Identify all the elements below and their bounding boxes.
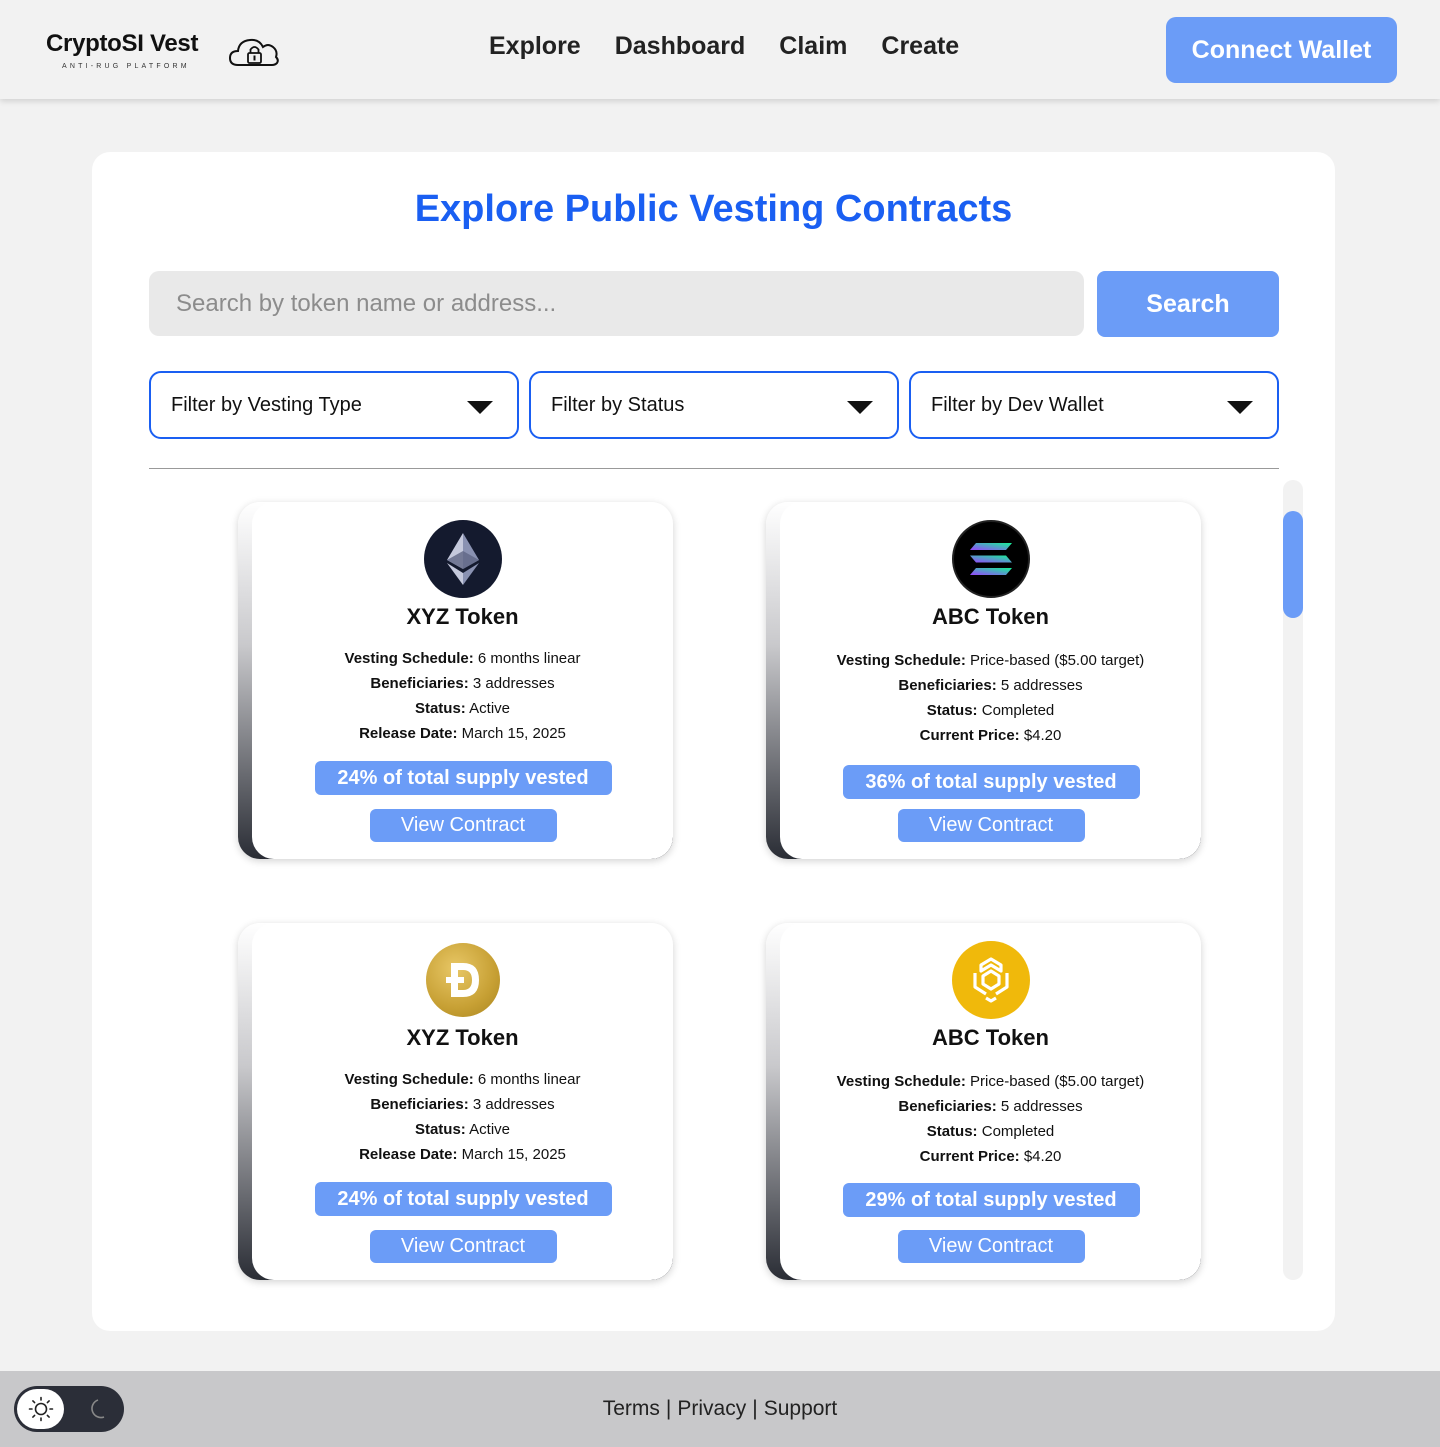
divider: [149, 468, 1279, 469]
dropdown-arrow-icon: [1227, 401, 1253, 414]
detail-label: Beneficiaries:: [898, 677, 997, 694]
explore-panel: Explore Public Vesting Contracts Search …: [92, 152, 1335, 1331]
detail-label: Current Price:: [919, 727, 1020, 744]
footer-link-support[interactable]: Support: [764, 1397, 838, 1420]
token-details: Vesting Schedule: 6 months linear Benefi…: [252, 1067, 673, 1167]
detail-label: Beneficiaries:: [370, 675, 469, 692]
token-card: XYZ Token Vesting Schedule: 6 months lin…: [238, 502, 673, 859]
view-contract-button[interactable]: View Contract: [897, 1230, 1085, 1263]
search-input[interactable]: [149, 271, 1084, 336]
detail-value: Price-based ($5.00 target): [970, 1073, 1145, 1090]
detail-value: 5 addresses: [1000, 1098, 1083, 1115]
token-card: ABC Token Vesting Schedule: Price-based …: [766, 502, 1201, 859]
detail-value: $4.20: [1023, 1148, 1062, 1165]
detail-label: Status:: [926, 1123, 978, 1140]
connect-wallet-button[interactable]: Connect Wallet: [1166, 17, 1397, 83]
filter-dev-wallet-select[interactable]: Filter by Dev Wallet: [909, 371, 1279, 439]
filter-vesting-type-select[interactable]: Filter by Vesting Type: [149, 371, 519, 439]
footer-links: Terms | Privacy | Support: [0, 1397, 1440, 1421]
dogecoin-icon: [425, 943, 500, 1017]
page-title: Explore Public Vesting Contracts: [414, 188, 1013, 230]
logo-subtitle: ANTI-RUG PLATFORM: [62, 63, 190, 70]
detail-label: Status:: [926, 702, 978, 719]
dropdown-arrow-icon: [847, 401, 873, 414]
token-name: XYZ Token: [406, 1025, 519, 1050]
detail-label: Release Date:: [359, 725, 458, 742]
filter-label: Filter by Dev Wallet: [931, 393, 1104, 416]
detail-value: 3 addresses: [472, 675, 555, 692]
view-contract-button[interactable]: View Contract: [369, 809, 557, 842]
token-name: XYZ Token: [406, 604, 519, 629]
detail-label: Release Date:: [359, 1146, 458, 1163]
filter-label: Filter by Status: [551, 393, 685, 416]
detail-value: Completed: [981, 1123, 1055, 1140]
token-card: ABC Token Vesting Schedule: Price-based …: [766, 923, 1201, 1280]
nav-create[interactable]: Create: [881, 32, 959, 61]
footer-link-terms[interactable]: Terms: [603, 1397, 660, 1420]
detail-label: Vesting Schedule:: [344, 1071, 474, 1088]
detail-label: Beneficiaries:: [898, 1098, 997, 1115]
detail-value: 3 addresses: [472, 1096, 555, 1113]
footer-link-privacy[interactable]: Privacy: [677, 1397, 746, 1420]
token-details: Vesting Schedule: 6 months linear Benefi…: [252, 646, 673, 746]
detail-value: 5 addresses: [1000, 677, 1083, 694]
filter-status-select[interactable]: Filter by Status: [529, 371, 899, 439]
detail-value: March 15, 2025: [461, 1146, 566, 1163]
detail-label: Status:: [414, 1121, 466, 1138]
detail-value: 6 months linear: [477, 650, 581, 667]
cloud-lock-icon: [228, 38, 279, 66]
detail-value: Active: [469, 1121, 511, 1138]
brand-logo[interactable]: CryptoSI Vest ANTI-RUG PLATFORM: [46, 28, 286, 78]
detail-label: Vesting Schedule:: [836, 1073, 966, 1090]
detail-label: Vesting Schedule:: [344, 650, 474, 667]
scrollbar-track[interactable]: [1283, 480, 1303, 1280]
detail-label: Vesting Schedule:: [836, 652, 966, 669]
footer-separator: |: [665, 1397, 672, 1420]
detail-value: Price-based ($5.00 target): [970, 652, 1145, 669]
logo-title: CryptoSI Vest: [46, 30, 199, 57]
view-contract-button[interactable]: View Contract: [897, 809, 1085, 842]
detail-value: Completed: [981, 702, 1055, 719]
token-details: Vesting Schedule: Price-based ($5.00 tar…: [780, 648, 1201, 748]
footer-separator: |: [752, 1397, 758, 1420]
nav-claim[interactable]: Claim: [779, 32, 847, 61]
footer: Terms | Privacy | Support: [0, 1371, 1440, 1447]
nav-dashboard[interactable]: Dashboard: [615, 32, 746, 61]
nav-explore[interactable]: Explore: [489, 32, 581, 61]
supply-vested-badge: 24% of total supply vested: [314, 1182, 612, 1216]
main-nav: Explore Dashboard Claim Create: [489, 32, 959, 61]
detail-value: Active: [469, 700, 511, 717]
view-contract-button[interactable]: View Contract: [369, 1230, 557, 1263]
supply-vested-badge: 24% of total supply vested: [314, 761, 612, 795]
detail-label: Beneficiaries:: [370, 1096, 469, 1113]
supply-vested-badge: 36% of total supply vested: [842, 765, 1140, 799]
bnb-icon: [951, 941, 1030, 1019]
detail-value: 6 months linear: [477, 1071, 581, 1088]
supply-vested-badge: 29% of total supply vested: [842, 1183, 1140, 1217]
detail-value: March 15, 2025: [461, 725, 566, 742]
scrollbar-thumb[interactable]: [1283, 511, 1303, 618]
solana-icon: [951, 520, 1030, 598]
token-name: ABC Token: [932, 1025, 1049, 1050]
filter-label: Filter by Vesting Type: [171, 393, 362, 416]
search-button[interactable]: Search: [1097, 271, 1279, 337]
token-card: XYZ Token Vesting Schedule: 6 months lin…: [238, 923, 673, 1280]
detail-label: Current Price:: [919, 1148, 1020, 1165]
token-details: Vesting Schedule: Price-based ($5.00 tar…: [780, 1069, 1201, 1169]
dropdown-arrow-icon: [467, 401, 493, 414]
token-name: ABC Token: [932, 604, 1049, 629]
top-header: CryptoSI Vest ANTI-RUG PLATFORM Explore …: [0, 0, 1440, 99]
ethereum-icon: [423, 520, 502, 598]
detail-value: $4.20: [1023, 727, 1062, 744]
detail-label: Status:: [414, 700, 466, 717]
